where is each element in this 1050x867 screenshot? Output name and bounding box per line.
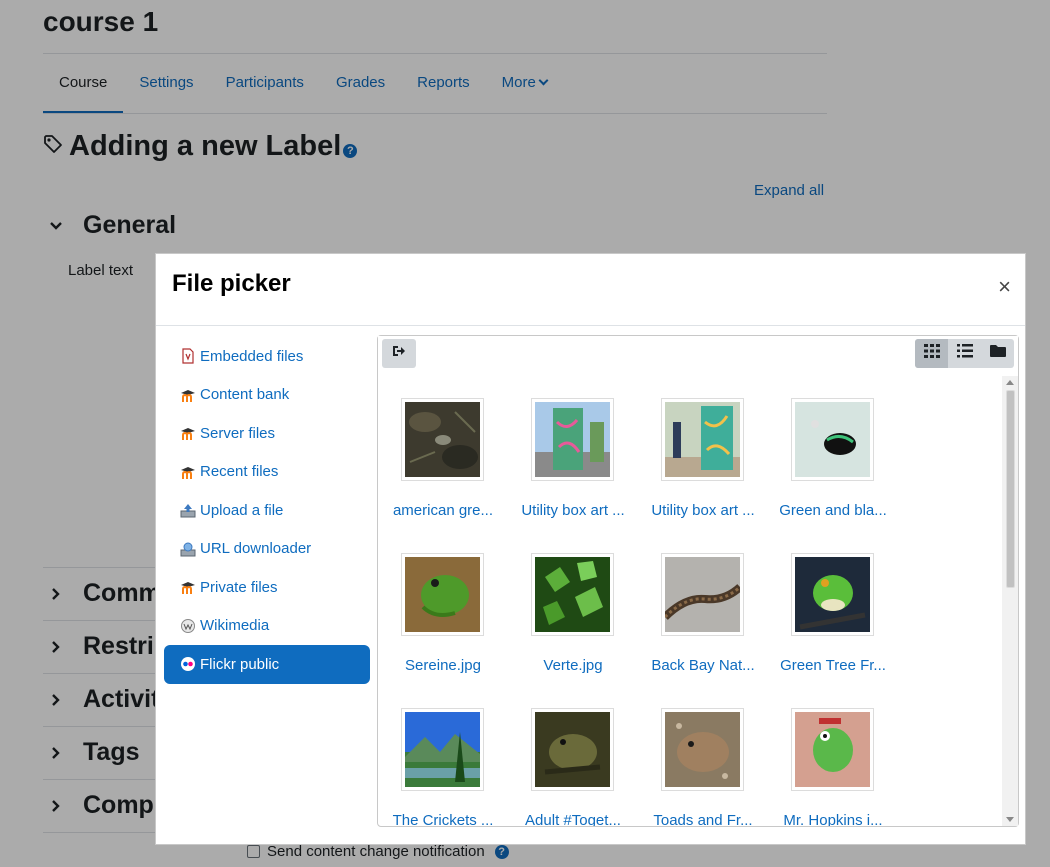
repo-url-downloader[interactable]: URL downloader bbox=[164, 530, 370, 569]
file-thumbnail bbox=[791, 708, 874, 791]
file-name: Utility box art ... bbox=[651, 502, 755, 519]
logout-icon bbox=[392, 344, 406, 363]
repo-label: Embedded files bbox=[200, 347, 304, 365]
file-grid-scrollbar[interactable] bbox=[1002, 376, 1018, 826]
file-name: Utility box art ... bbox=[521, 502, 625, 519]
file-thumbnail bbox=[791, 553, 874, 636]
file-thumbnail bbox=[401, 553, 484, 636]
scroll-up-icon[interactable] bbox=[1006, 380, 1014, 385]
file-picker-dialog: File picker × Embedded files Content ban… bbox=[155, 253, 1026, 845]
close-icon[interactable]: × bbox=[998, 276, 1011, 298]
repo-flickr-public[interactable]: Flickr public bbox=[164, 645, 370, 684]
repo-label: Content bank bbox=[200, 386, 290, 404]
file-tile[interactable]: american gre... bbox=[385, 398, 515, 553]
repo-label: Private files bbox=[200, 578, 278, 596]
file-tile[interactable]: Green Tree Fr... bbox=[775, 553, 905, 708]
file-tile[interactable]: The Crickets ... bbox=[385, 708, 515, 826]
url-download-icon bbox=[180, 541, 196, 557]
file-tile[interactable]: Verte.jpg bbox=[515, 553, 645, 708]
embedded-files-icon bbox=[180, 348, 196, 364]
repo-label: URL downloader bbox=[200, 540, 312, 558]
repo-label: Recent files bbox=[200, 463, 279, 481]
repo-label: Wikimedia bbox=[200, 617, 270, 635]
repo-upload-file[interactable]: Upload a file bbox=[164, 491, 370, 530]
file-tile[interactable]: Mr. Hopkins i... bbox=[775, 708, 905, 826]
file-tile[interactable]: Back Bay Nat... bbox=[645, 553, 775, 708]
scroll-thumb[interactable] bbox=[1006, 390, 1015, 588]
wikimedia-icon bbox=[180, 618, 196, 634]
tree-view-button[interactable] bbox=[981, 339, 1014, 368]
file-thumbnail bbox=[661, 708, 744, 791]
file-grid-area: american gre... Utility box art ... Util… bbox=[378, 376, 1002, 826]
dialog-header: File picker × bbox=[156, 254, 1025, 326]
repo-private-files[interactable]: Private files bbox=[164, 568, 370, 607]
repository-list: Embedded files Content bank Server files… bbox=[164, 337, 370, 684]
upload-icon bbox=[180, 502, 196, 518]
file-thumbnail bbox=[531, 708, 614, 791]
repo-embedded-files[interactable]: Embedded files bbox=[164, 337, 370, 376]
list-icon bbox=[956, 344, 973, 363]
file-thumbnail bbox=[661, 398, 744, 481]
file-thumbnail bbox=[791, 398, 874, 481]
file-name: american gre... bbox=[392, 502, 494, 519]
file-name: The Crickets ... bbox=[392, 812, 494, 826]
file-name: Green and bla... bbox=[779, 502, 887, 519]
repo-content-bank[interactable]: Content bank bbox=[164, 376, 370, 415]
file-tile[interactable]: Adult #Toget... bbox=[515, 708, 645, 826]
folder-icon bbox=[989, 344, 1006, 363]
grid-icon bbox=[923, 344, 940, 363]
file-name: Verte.jpg bbox=[543, 657, 603, 674]
file-name: Back Bay Nat... bbox=[651, 657, 755, 674]
file-tile[interactable]: Utility box art ... bbox=[515, 398, 645, 553]
repo-wikimedia[interactable]: Wikimedia bbox=[164, 607, 370, 646]
file-tile[interactable]: Utility box art ... bbox=[645, 398, 775, 553]
file-thumbnail bbox=[401, 398, 484, 481]
file-thumbnail bbox=[661, 553, 744, 636]
file-name: Green Tree Fr... bbox=[780, 657, 886, 674]
file-thumbnail bbox=[401, 708, 484, 791]
file-grid: american gre... Utility box art ... Util… bbox=[378, 398, 978, 826]
file-thumbnail bbox=[531, 553, 614, 636]
file-browser-panel: american gre... Utility box art ... Util… bbox=[377, 335, 1019, 827]
file-name: Mr. Hopkins i... bbox=[783, 812, 883, 826]
list-view-button[interactable] bbox=[948, 339, 981, 368]
file-tile[interactable]: Sereine.jpg bbox=[385, 553, 515, 708]
file-name: Adult #Toget... bbox=[525, 812, 621, 826]
file-name: Toads and Fr... bbox=[653, 812, 753, 826]
repo-server-files[interactable]: Server files bbox=[164, 414, 370, 453]
icons-view-button[interactable] bbox=[915, 339, 948, 368]
repo-recent-files[interactable]: Recent files bbox=[164, 453, 370, 492]
logout-button[interactable] bbox=[382, 339, 416, 368]
view-switcher bbox=[915, 339, 1014, 368]
file-thumbnail bbox=[531, 398, 614, 481]
moodle-icon bbox=[180, 579, 196, 595]
moodle-icon bbox=[180, 387, 196, 403]
file-tile[interactable]: Toads and Fr... bbox=[645, 708, 775, 826]
dialog-title: File picker bbox=[172, 270, 291, 297]
moodle-icon bbox=[180, 425, 196, 441]
repo-label: Upload a file bbox=[200, 501, 284, 519]
flickr-icon bbox=[180, 656, 196, 672]
repo-label: Flickr public bbox=[200, 655, 280, 673]
file-name: Sereine.jpg bbox=[405, 657, 481, 674]
repo-label: Server files bbox=[200, 424, 276, 442]
file-tile[interactable]: Green and bla... bbox=[775, 398, 905, 553]
scroll-down-icon[interactable] bbox=[1006, 817, 1014, 822]
moodle-icon bbox=[180, 464, 196, 480]
file-browser-toolbar bbox=[378, 336, 1018, 376]
